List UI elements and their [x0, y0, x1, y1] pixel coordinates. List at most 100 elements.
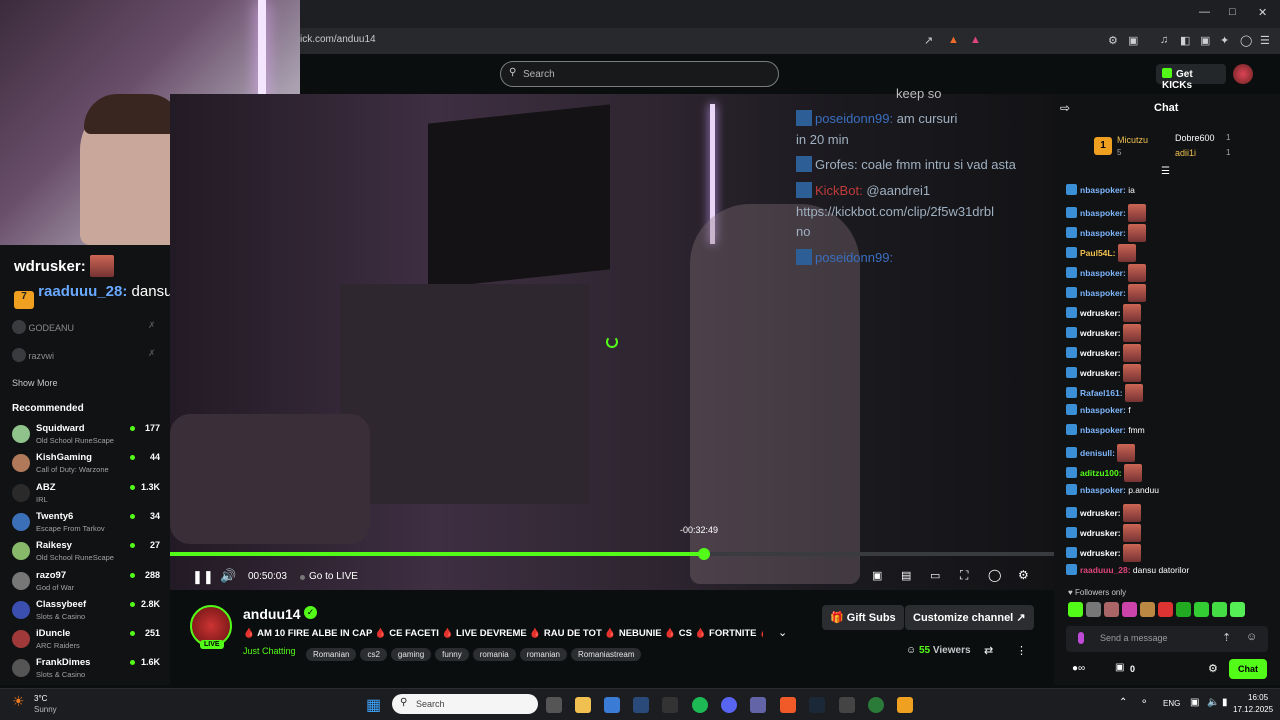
- clock-date[interactable]: 17.12.2025: [1233, 705, 1273, 714]
- file-explorer-icon[interactable]: [575, 697, 591, 713]
- chat-message[interactable]: nbaspoker: f: [1066, 404, 1131, 415]
- emote-icon[interactable]: [1194, 602, 1209, 617]
- share-icon[interactable]: ↗: [924, 34, 933, 47]
- chat-message[interactable]: nbaspoker: fmm: [1066, 424, 1145, 435]
- chat-message[interactable]: wdrusker:: [1066, 544, 1141, 562]
- chat-username[interactable]: Rafael161:: [1080, 388, 1123, 398]
- recommended-channel[interactable]: Raikesy Old School RuneScape 27: [12, 538, 162, 564]
- brave-shield-icon[interactable]: ▲: [948, 34, 959, 46]
- app3-icon[interactable]: [897, 697, 913, 713]
- store-icon[interactable]: [604, 697, 620, 713]
- chat-message[interactable]: wdrusker:: [1066, 304, 1141, 322]
- language-indicator[interactable]: ENG: [1163, 699, 1180, 708]
- mic-icon[interactable]: [1078, 632, 1084, 644]
- recommended-channel[interactable]: razo97 God of War 288: [12, 568, 162, 594]
- teams-icon[interactable]: [750, 697, 766, 713]
- miniplayer-icon[interactable]: ▣: [872, 569, 882, 582]
- brave-icon[interactable]: [780, 697, 796, 713]
- tag[interactable]: Romanian: [306, 648, 357, 661]
- emote-icon[interactable]: [1068, 602, 1083, 617]
- recommended-channel[interactable]: ABZ IRL 1.3K: [12, 480, 162, 506]
- chat-settings-icon[interactable]: ⚙: [1208, 662, 1218, 675]
- steam-app-icon[interactable]: [809, 697, 825, 713]
- volume-icon[interactable]: 🔊: [220, 568, 236, 584]
- progress-knob[interactable]: [697, 548, 710, 560]
- tab-search-icon[interactable]: ▣: [1128, 34, 1138, 47]
- chat-message[interactable]: aditzu100:: [1066, 464, 1142, 482]
- chat-message[interactable]: wdrusker:: [1066, 524, 1141, 542]
- recommended-channel[interactable]: Twenty6 Escape From Tarkov 34: [12, 509, 162, 535]
- expand-leaderboard-icon[interactable]: ☰: [1161, 166, 1170, 177]
- chat-message[interactable]: nbaspoker: ia: [1066, 184, 1135, 195]
- emote-icon[interactable]: [1086, 602, 1101, 617]
- vpn-icon[interactable]: ◯: [1240, 34, 1252, 47]
- epic-icon[interactable]: [662, 697, 678, 713]
- chat-message[interactable]: raaduuu_28: dansu datorilor: [1066, 564, 1189, 575]
- chat-message[interactable]: wdrusker:: [1066, 364, 1141, 382]
- spotify-icon[interactable]: [692, 697, 708, 713]
- chat-username[interactable]: wdrusker:: [1080, 508, 1121, 518]
- tag[interactable]: romania: [472, 648, 516, 661]
- sidebar-toggle-icon[interactable]: ◧: [1180, 34, 1190, 47]
- recommended-channel[interactable]: KishGaming Call of Duty: Warzone 44: [12, 450, 162, 476]
- quality-icon[interactable]: ◯: [988, 568, 1001, 582]
- chat-username[interactable]: Paul54L:: [1080, 248, 1115, 258]
- chat-message[interactable]: wdrusker:: [1066, 324, 1141, 342]
- tag[interactable]: Romaniastream: [571, 648, 642, 661]
- extensions-icon[interactable]: ⚙: [1108, 34, 1118, 47]
- points-icon[interactable]: ●∞: [1072, 663, 1085, 674]
- fullscreen-icon[interactable]: ⛶: [960, 568, 968, 583]
- chevron-up-icon[interactable]: ⌃: [1119, 697, 1127, 708]
- pause-icon[interactable]: ❚❚: [192, 569, 214, 585]
- tag[interactable]: romanian: [519, 648, 568, 661]
- chat-message[interactable]: denisull:: [1066, 444, 1136, 462]
- collapse-chat-icon[interactable]: ⇨: [1060, 101, 1070, 115]
- recommended-channel[interactable]: Squidward Old School RuneScape 177: [12, 421, 162, 447]
- tag[interactable]: cs2: [360, 648, 387, 661]
- gift-subs-button[interactable]: 🎁 Gift Subs: [822, 605, 904, 630]
- discord-icon[interactable]: [721, 697, 737, 713]
- chevron-down-icon[interactable]: ⌄: [778, 626, 787, 639]
- emote-icon[interactable]: [1230, 602, 1245, 617]
- chat-message[interactable]: Rafael161:: [1066, 384, 1143, 402]
- chat-username[interactable]: nbaspoker:: [1080, 425, 1126, 435]
- recommended-channel[interactable]: FrankDimes Slots & Casino 1.6K: [12, 655, 162, 681]
- theater-icon[interactable]: ▭: [930, 569, 940, 582]
- music-icon[interactable]: ♫: [1160, 34, 1168, 46]
- leader-name[interactable]: adii1i: [1175, 148, 1196, 158]
- tag[interactable]: gaming: [390, 648, 432, 661]
- app2-icon[interactable]: [868, 697, 884, 713]
- leo-icon[interactable]: ✦: [1220, 34, 1229, 47]
- user-avatar[interactable]: [1233, 64, 1253, 84]
- chat-input[interactable]: Send a message ⇡ ☺: [1066, 626, 1268, 652]
- chat-username[interactable]: raaduuu_28:: [1080, 565, 1131, 575]
- settings-icon[interactable]: ⚙: [1018, 568, 1029, 582]
- chat-username[interactable]: wdrusker:: [1080, 348, 1121, 358]
- leader-name[interactable]: Dobre600: [1175, 133, 1215, 143]
- close-icon[interactable]: ✕: [1258, 6, 1267, 19]
- chat-username[interactable]: wdrusker:: [1080, 548, 1121, 558]
- mic-tray-icon[interactable]: ⚬: [1140, 697, 1148, 708]
- show-more-link[interactable]: Show More: [12, 378, 58, 388]
- customize-channel-button[interactable]: Customize channel ↗: [905, 605, 1034, 630]
- chat-message[interactable]: nbaspoker:: [1066, 204, 1147, 222]
- battery-icon[interactable]: ▮: [1222, 697, 1228, 708]
- tag[interactable]: funny: [435, 648, 469, 661]
- sidebar-item-godeanu[interactable]: GODEANU: [12, 320, 74, 334]
- weather-icon[interactable]: ☀: [12, 693, 25, 710]
- emoji-icon[interactable]: ☺: [1246, 631, 1257, 643]
- go-to-live-button[interactable]: Go to LIVE: [309, 571, 358, 582]
- volume-tray-icon[interactable]: 🔈: [1207, 697, 1219, 708]
- chat-username[interactable]: nbaspoker:: [1080, 485, 1126, 495]
- chat-username[interactable]: wdrusker:: [1080, 528, 1121, 538]
- recommended-channel[interactable]: Classybeef Slots & Casino 2.8K: [12, 597, 162, 623]
- task-view-icon[interactable]: [546, 697, 562, 713]
- url-text[interactable]: ick.com/anduu14: [300, 34, 376, 45]
- steam-icon[interactable]: [633, 697, 649, 713]
- maximize-icon[interactable]: □: [1229, 6, 1236, 18]
- translate-icon[interactable]: ⇡: [1222, 631, 1231, 644]
- chat-username[interactable]: nbaspoker:: [1080, 268, 1126, 278]
- chat-username[interactable]: wdrusker:: [1080, 308, 1121, 318]
- emote-icon[interactable]: [1212, 602, 1227, 617]
- more-options-icon[interactable]: ⋮: [1016, 644, 1027, 657]
